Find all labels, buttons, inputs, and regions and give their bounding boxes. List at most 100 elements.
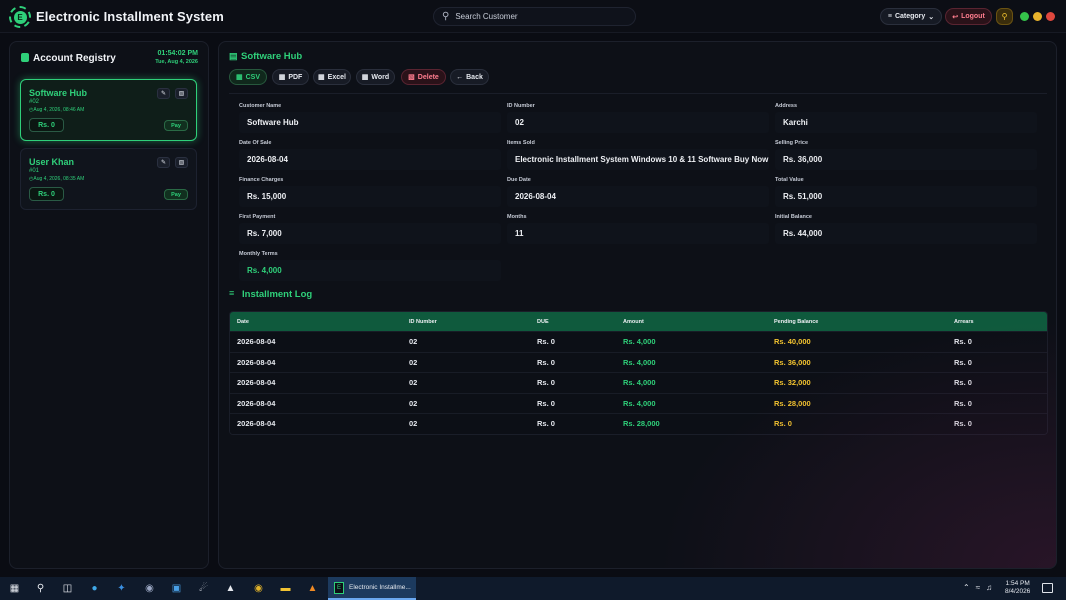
app-icon[interactable]: ◉ — [142, 581, 157, 596]
category-button[interactable]: ≡ Category ⌄ — [880, 8, 942, 25]
customer-name-field: Customer Name Software Hub — [239, 103, 501, 133]
search-icon: ⚲ — [442, 11, 450, 22]
trash-icon: ▧ — [178, 160, 185, 166]
csv-button[interactable]: ▦ CSV — [229, 69, 267, 85]
pencil-icon: ✎ — [160, 91, 167, 97]
tray-time: 1:54 PM — [1005, 580, 1030, 587]
items-sold-field: Items Sold Electronic Installment System… — [507, 140, 769, 170]
pdf-button[interactable]: ▦ PDF — [272, 69, 309, 85]
pay-button[interactable]: Pay — [164, 120, 188, 131]
field-label: Customer Name — [239, 103, 282, 109]
cell-amount: Rs. 4,000 — [623, 398, 656, 408]
app-logo: E — [9, 6, 31, 28]
table-row: 2026-08-04 02 Rs. 0 Rs. 4,000 Rs. 36,000… — [230, 351, 1047, 372]
cell-due: Rs. 0 — [537, 378, 555, 388]
cell-arrears: Rs. 0 — [954, 398, 972, 408]
cell-due: Rs. 0 — [537, 398, 555, 408]
tray-clock[interactable]: 1:54 PM 8/4/2026 — [1005, 580, 1030, 596]
cell-arrears: Rs. 0 — [954, 419, 972, 429]
due-date-field: Due Date 2026-08-04 — [507, 177, 769, 207]
column-header: Amount — [623, 318, 644, 325]
field-value: Rs. 4,000 — [239, 260, 501, 281]
account-id: #02 — [29, 99, 40, 105]
cell-id: 02 — [409, 398, 418, 408]
column-header: ID Number — [409, 318, 437, 325]
taskbar-active-app[interactable]: E Electronic Installme... — [328, 577, 416, 600]
edit-button[interactable]: ✎ — [157, 157, 170, 168]
account-date: ◴Aug 4, 2026, 08:46 AM — [29, 107, 84, 113]
pencil-icon: ✎ — [160, 160, 167, 166]
field-value: Rs. 36,000 — [775, 149, 1037, 170]
cell-pending: Rs. 40,000 — [774, 337, 811, 347]
maximize-button[interactable] — [1020, 12, 1029, 21]
cell-due: Rs. 0 — [537, 357, 555, 367]
app-taskbar-icon: E — [334, 581, 344, 594]
cell-id: 02 — [409, 378, 418, 388]
delete-button[interactable]: ▧ — [175, 88, 188, 99]
account-name: Software Hub — [29, 88, 88, 98]
minimize-button[interactable] — [1033, 12, 1042, 21]
trash-icon: ▧ — [178, 91, 185, 97]
search-bar[interactable]: ⚲ — [433, 7, 636, 26]
word-button[interactable]: ▦ Word — [356, 69, 395, 85]
logout-button[interactable]: ↩ Logout — [945, 8, 992, 25]
notification-icon[interactable] — [1042, 583, 1053, 593]
cell-id: 02 — [409, 357, 418, 367]
account-date-text: Aug 4, 2026, 08:46 AM — [33, 107, 85, 113]
top-bar: E Electronic Installment System ⚲ ≡ Cate… — [0, 0, 1066, 33]
field-label: Selling Price — [775, 140, 809, 146]
field-label: Total Value — [775, 177, 804, 183]
field-value: 11 — [507, 223, 769, 244]
pdf-label: PDF — [288, 73, 303, 81]
close-button[interactable] — [1046, 12, 1055, 21]
chevron-up-icon: ⌃ — [963, 583, 976, 592]
system-tray[interactable]: ⌃≈♫ — [963, 583, 998, 592]
account-date: ◴Aug 4, 2026, 08:35 AM — [29, 176, 84, 182]
vlc-icon[interactable]: ▲ — [305, 581, 320, 596]
excel-button[interactable]: ▦ Excel — [313, 69, 351, 85]
key-icon-button[interactable]: ⚲ — [996, 8, 1013, 25]
delete-button[interactable]: ▧ — [175, 157, 188, 168]
account-card[interactable]: User Khan #01 ◴Aug 4, 2026, 08:35 AM Rs.… — [20, 148, 197, 210]
app-icon[interactable]: ▲ — [223, 581, 238, 596]
file-icon: ▦ — [318, 74, 325, 81]
delete-label: Delete — [417, 73, 439, 81]
field-value: Rs. 51,000 — [775, 186, 1037, 207]
search-icon[interactable]: ⚲ — [33, 581, 48, 596]
first-payment-field: First Payment Rs. 7,000 — [239, 214, 501, 244]
task-view-icon[interactable]: ◫ — [60, 581, 75, 596]
chrome-icon[interactable]: ◉ — [251, 581, 266, 596]
cell-arrears: Rs. 0 — [954, 337, 972, 347]
app-icon[interactable]: ▣ — [169, 581, 184, 596]
cell-amount: Rs. 4,000 — [623, 337, 656, 347]
cell-date: 2026-08-04 — [237, 419, 276, 429]
search-input[interactable] — [455, 12, 616, 21]
field-value: 02 — [507, 112, 769, 133]
vscode-icon[interactable]: ✦ — [114, 581, 129, 596]
installment-log-table: Date ID Number DUE Amount Pending Balanc… — [229, 311, 1048, 435]
cell-date: 2026-08-04 — [237, 398, 276, 408]
edge-icon[interactable]: ● — [87, 581, 102, 596]
field-value: Rs. 7,000 — [239, 223, 501, 244]
wifi-icon: ≈ — [975, 583, 987, 592]
excel-label: Excel — [327, 73, 346, 81]
delete-record-button[interactable]: ▧ Delete — [401, 69, 446, 85]
cell-pending: Rs. 0 — [774, 419, 792, 429]
field-label: ID Number — [507, 103, 535, 109]
tray-date: 8/4/2026 — [1005, 588, 1031, 595]
app-icon[interactable]: ☄ — [196, 581, 211, 596]
column-header: DUE — [537, 318, 549, 325]
word-label: Word — [371, 73, 390, 81]
logout-icon: ↩ — [952, 13, 959, 21]
back-button[interactable]: ← Back — [450, 69, 489, 85]
windows-start-icon[interactable]: ▦ — [7, 581, 22, 596]
file-icon: ▦ — [361, 74, 369, 81]
list-icon: ≡ — [229, 288, 235, 298]
file-explorer-icon[interactable]: ▬ — [278, 581, 293, 596]
cell-amount: Rs. 28,000 — [623, 419, 660, 429]
app-logo-letter: E — [13, 10, 27, 24]
pay-button[interactable]: Pay — [164, 189, 188, 200]
account-card[interactable]: Software Hub #02 ◴Aug 4, 2026, 08:46 AM … — [20, 79, 197, 141]
cell-arrears: Rs. 0 — [954, 357, 972, 367]
edit-button[interactable]: ✎ — [157, 88, 170, 99]
